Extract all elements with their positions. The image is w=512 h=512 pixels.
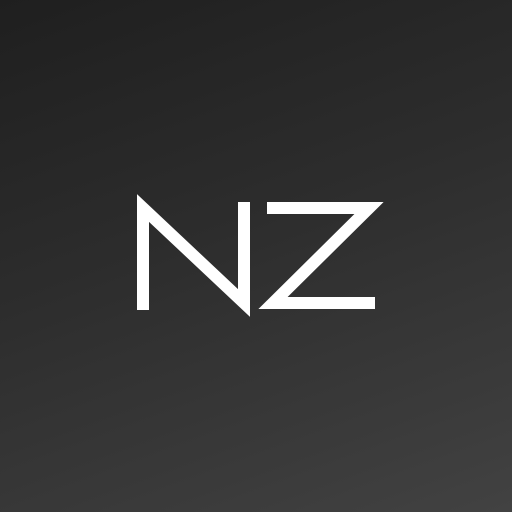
logo-letter-n bbox=[137, 194, 250, 317]
app-icon: NZ bbox=[0, 0, 512, 512]
nz-logo bbox=[137, 194, 384, 317]
logo-letter-z bbox=[258, 202, 384, 309]
